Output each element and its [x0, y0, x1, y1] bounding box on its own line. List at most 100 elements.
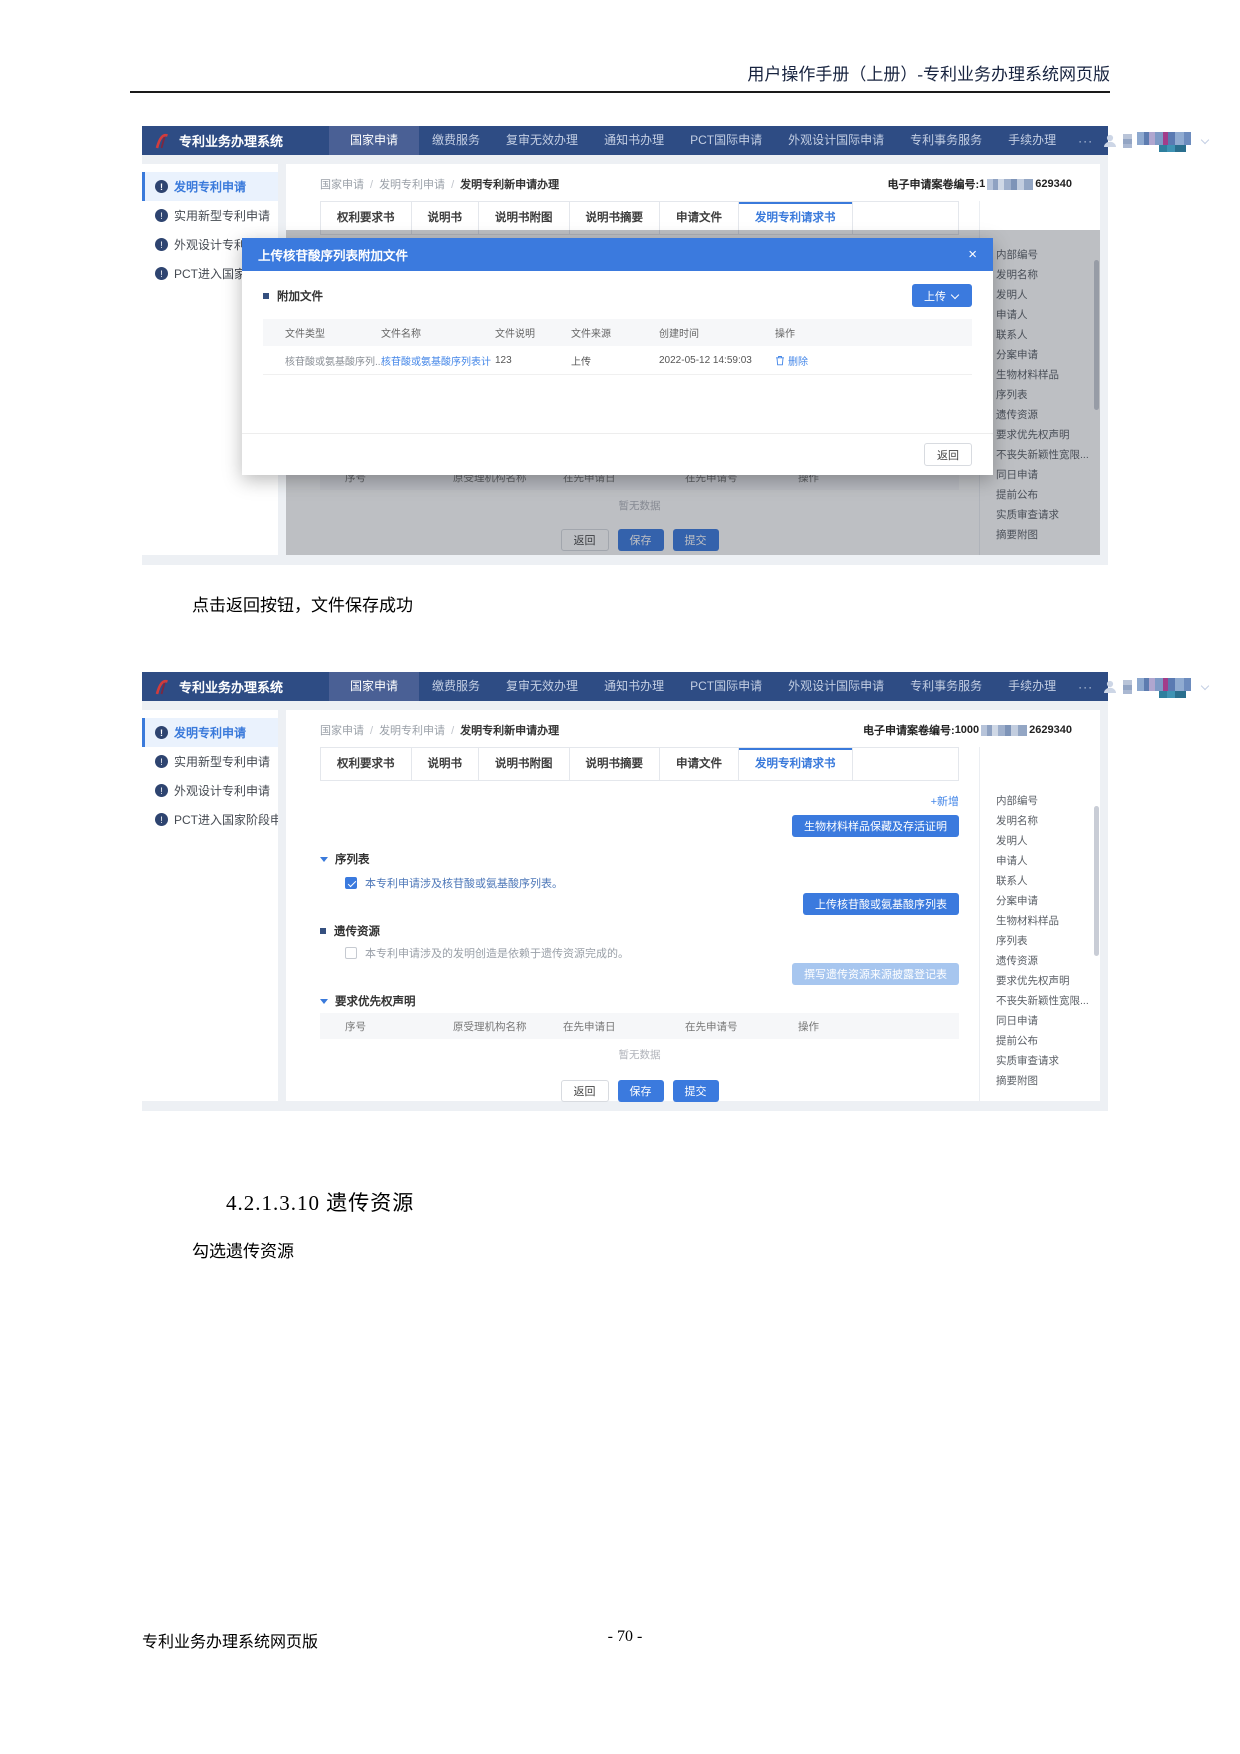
anchor-item[interactable]: 发明人: [996, 831, 1100, 851]
square-bullet-icon: [320, 928, 326, 934]
breadcrumb: 国家申请/发明专利申请/发明专利新申请办理: [320, 176, 559, 192]
anchor-item[interactable]: 生物材料样品: [996, 911, 1100, 931]
nav-item-national-application[interactable]: 国家申请: [329, 672, 419, 701]
nav-item-notice-handling[interactable]: 通知书办理: [591, 672, 677, 701]
case-number-label: 电子申请案卷编号:: [887, 176, 979, 192]
tab-description[interactable]: 说明书: [412, 748, 480, 780]
chevron-down-icon[interactable]: [1201, 135, 1209, 143]
breadcrumb-current: 发明专利新申请办理: [460, 179, 559, 191]
nav-item-design-international[interactable]: 外观设计国际申请: [775, 126, 897, 155]
sidebar-item-design-patent[interactable]: !外观设计专利申请: [142, 776, 278, 805]
tab-abstract[interactable]: 说明书摘要: [570, 748, 661, 780]
nav-item-reexamination[interactable]: 复审无效办理: [493, 126, 591, 155]
close-icon[interactable]: ×: [968, 247, 977, 262]
breadcrumb-link[interactable]: 发明专利申请: [379, 179, 445, 191]
nav-item-fee-service[interactable]: 缴费服务: [419, 672, 493, 701]
breadcrumb-link[interactable]: 国家申请: [320, 179, 364, 191]
nav-item-pct[interactable]: PCT国际申请: [677, 126, 775, 155]
anchor-item[interactable]: 联系人: [996, 871, 1100, 891]
nav-item-procedure[interactable]: 手续办理: [995, 126, 1069, 155]
anchor-item[interactable]: 要求优先权声明: [996, 971, 1100, 991]
case-number-prefix: 1000: [955, 724, 979, 736]
back-button[interactable]: 返回: [561, 1080, 609, 1102]
file-type-cell: 核苷酸或氨基酸序列...: [285, 353, 381, 368]
delete-label: 删除: [788, 353, 808, 368]
anchor-item[interactable]: 发明名称: [996, 811, 1100, 831]
add-new-link[interactable]: +新增: [931, 793, 959, 809]
top-navbar: 专利业务办理系统 国家申请 缴费服务 复审无效办理 通知书办理 PCT国际申请 …: [142, 126, 1108, 155]
anchor-item[interactable]: 同日申请: [996, 1011, 1100, 1031]
chevron-down-icon[interactable]: [1201, 681, 1209, 689]
scrollbar[interactable]: [1094, 806, 1099, 956]
nav-item-reexamination[interactable]: 复审无效办理: [493, 672, 591, 701]
sidebar-item-utility-model[interactable]: !实用新型专利申请: [142, 201, 278, 230]
save-button[interactable]: 保存: [618, 1080, 664, 1102]
tab-claims[interactable]: 权利要求书: [321, 748, 412, 780]
info-icon: !: [155, 209, 168, 222]
delete-link[interactable]: 删除: [775, 353, 972, 368]
info-icon: !: [155, 267, 168, 280]
submit-button[interactable]: 提交: [673, 1080, 719, 1102]
nav-item-notice-handling[interactable]: 通知书办理: [591, 126, 677, 155]
col-header: 文件来源: [571, 325, 659, 340]
anchor-item[interactable]: 申请人: [996, 851, 1100, 871]
tab-application-files[interactable]: 申请文件: [660, 748, 739, 780]
info-icon: !: [155, 755, 168, 768]
nav-item-patent-affairs[interactable]: 专利事务服务: [897, 672, 995, 701]
nav-item-pct[interactable]: PCT国际申请: [677, 672, 775, 701]
col-header: 序号: [345, 1019, 453, 1034]
bio-material-certificate-button[interactable]: 生物材料样品保藏及存活证明: [792, 815, 959, 837]
col-header: 操作: [798, 1019, 959, 1034]
nav-more-icon[interactable]: ···: [1069, 680, 1102, 694]
anchor-item[interactable]: 内部编号: [996, 791, 1100, 811]
tab-bar: 权利要求书 说明书 说明书附图 说明书摘要 申请文件 发明专利请求书: [320, 747, 959, 781]
logo-icon: [152, 131, 172, 151]
user-avatar-icon[interactable]: [1102, 133, 1118, 149]
anchor-item[interactable]: 序列表: [996, 931, 1100, 951]
genetic-resource-checkbox[interactable]: [345, 947, 357, 959]
sidebar-item-invention-patent[interactable]: !发明专利申请: [142, 172, 278, 201]
upload-sequence-button[interactable]: 上传核苷酸或氨基酸序列表: [803, 893, 959, 915]
nav-item-patent-affairs[interactable]: 专利事务服务: [897, 126, 995, 155]
breadcrumb-link[interactable]: 国家申请: [320, 725, 364, 737]
modal-back-button[interactable]: 返回: [924, 443, 972, 466]
nav-item-procedure[interactable]: 手续办理: [995, 672, 1069, 701]
col-header: 文件名称: [381, 325, 495, 340]
upload-sequence-modal: 上传核苷酸序列表附加文件 × 附加文件 上传 文件类型 文件名称 文件说明 文件…: [242, 238, 993, 475]
anchor-item[interactable]: 摘要附图: [996, 1071, 1100, 1091]
anchor-item[interactable]: 提前公布: [996, 1031, 1100, 1051]
anchor-item[interactable]: 分案申请: [996, 891, 1100, 911]
tab-drawings[interactable]: 说明书附图: [479, 748, 570, 780]
sidebar-item-label: 实用新型专利申请: [174, 753, 270, 770]
sidebar-item-pct-national-phase[interactable]: !PCT进入国家阶段申请: [142, 805, 278, 834]
genetic-checkbox-label: 本专利申请涉及的发明创造是依赖于遗传资源完成的。: [365, 945, 629, 961]
anchor-item[interactable]: 实质审查请求: [996, 1051, 1100, 1071]
nav-item-design-international[interactable]: 外观设计国际申请: [775, 672, 897, 701]
col-header: 在先申请日: [563, 1019, 685, 1034]
col-header: 原受理机构名称: [453, 1019, 563, 1034]
anchor-item[interactable]: 遗传资源: [996, 951, 1100, 971]
sidebar-item-utility-model[interactable]: ! 实用新型专利申请: [142, 747, 278, 776]
user-avatar-icon[interactable]: [1102, 679, 1118, 695]
screenshot-modal-state: 专利业务办理系统 国家申请 缴费服务 复审无效办理 通知书办理 PCT国际申请 …: [142, 126, 1108, 565]
section-priority-claim: 要求优先权声明: [320, 993, 959, 1009]
anchor-item[interactable]: 不丧失新颖性宽限...: [996, 991, 1100, 1011]
sidebar-item-invention-patent[interactable]: !发明专利申请: [142, 718, 278, 747]
breadcrumb-link[interactable]: 发明专利申请: [379, 725, 445, 737]
modal-title: 上传核苷酸序列表附加文件: [258, 245, 408, 264]
nav-more-icon[interactable]: ···: [1069, 134, 1102, 148]
square-bullet-icon: [263, 293, 269, 299]
page-footer: 专利业务办理系统网页版 - 70 -: [142, 1628, 1108, 1652]
genetic-disclosure-form-button[interactable]: 撰写遗传资源来源披露登记表: [792, 963, 959, 985]
tab-invention-request[interactable]: 发明专利请求书: [739, 748, 853, 780]
page-number: - 70 -: [608, 1628, 643, 1646]
sequence-checkbox[interactable]: [345, 877, 357, 889]
file-name-link[interactable]: 核苷酸或氨基酸序列表计: [381, 353, 495, 368]
upload-button[interactable]: 上传: [912, 284, 972, 307]
col-header: 文件说明: [495, 325, 571, 340]
sidebar-item-label: 发明专利申请: [174, 178, 246, 195]
nav-item-national-application[interactable]: 国家申请: [329, 126, 419, 155]
nav-item-fee-service[interactable]: 缴费服务: [419, 126, 493, 155]
case-number: 电子申请案卷编号:1629340: [887, 176, 1072, 192]
doc-header-title: 用户操作手册（上册）-专利业务办理系统网页版: [130, 0, 1110, 85]
